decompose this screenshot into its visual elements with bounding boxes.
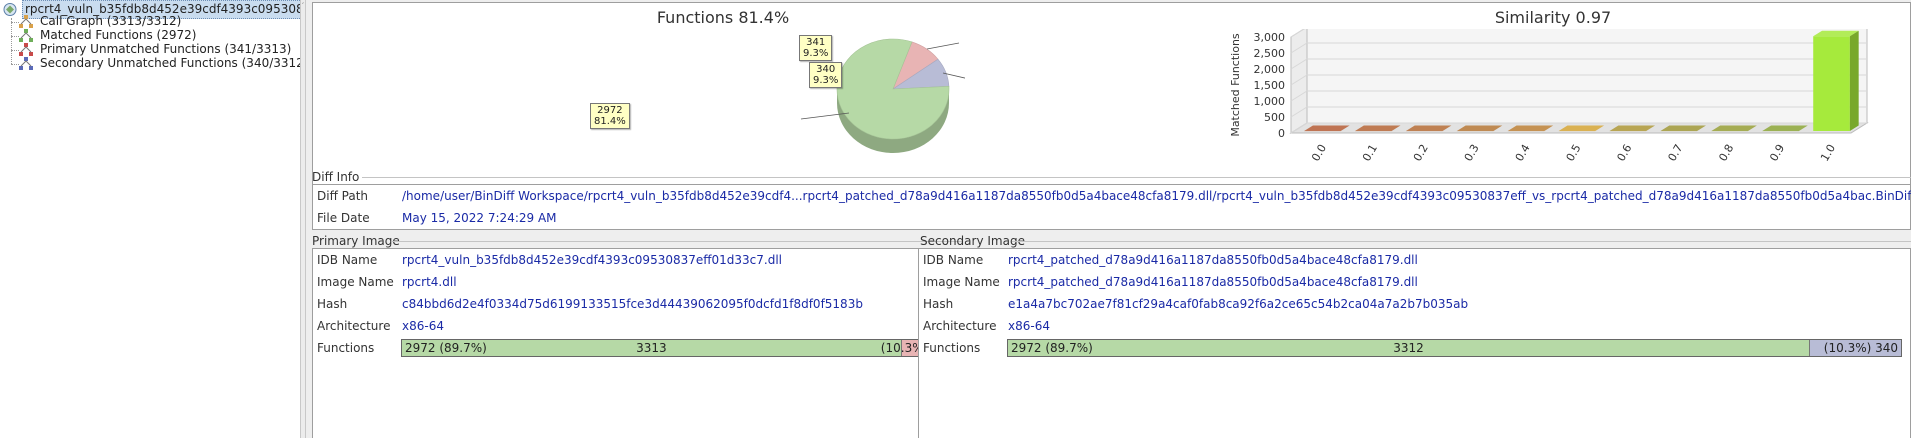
x-tick-label: 0.7 [1665,142,1685,164]
primary-functions-bar: 2972 (89.7%) 3313 (10.3%) 341 [401,339,959,357]
x-tick-label: 0.1 [1360,142,1380,164]
hash-label: Hash [923,297,954,311]
overview-panel: Functions 81.4% 341 9.3% 340 9.3% 2972 81.4… [306,0,1911,438]
file-date-label: File Date [317,211,370,225]
similarity-bar-chart: 0 500 1,000 1,500 2,000 2,500 3,000 Matched Fun… [1229,29,1869,164]
tree-item-label: Secondary Unmatched Functions (340/3312 [40,56,300,70]
x-tick-label: 0.5 [1564,142,1584,164]
secondary-idb-row: IDB Name rpcrt4_patched_d78a9d416a1187da… [919,249,1910,271]
y-axis-label: Matched Functions [1229,33,1242,137]
y-tick-label: 0 [1278,127,1285,140]
matched-segment: 2972 (89.7%) 3312 [1008,340,1811,356]
secondary-image-name-row: Image Name rpcrt4_patched_d78a9d416a1187… [919,271,1910,293]
diff-path-label: Diff Path [317,189,369,203]
secondary-image-box: IDB Name rpcrt4_patched_d78a9d416a1187da… [918,248,1911,438]
secondary-unmatched-icon [18,56,34,71]
secondary-functions-row: Functions 2972 (89.7%) 3312 (10.3%) 340 [919,337,1910,359]
splitter-grip-icon: ′ [302,2,305,12]
bar-side [1849,30,1859,132]
secondary-image-name-value: rpcrt4_patched_d78a9d416a1187da8550fb0d5… [1008,275,1418,289]
y-tick-label: 1,500 [1254,79,1286,92]
x-tick-label: 0.8 [1716,142,1736,164]
file-date-value: May 15, 2022 7:24:29 AM [402,211,557,225]
callout-value: 341 [806,37,826,48]
y-tick-label: 2,000 [1254,63,1286,76]
pie-callout-matched: 2972 81.4% [590,103,630,129]
tree-item-secondary-unmatched[interactable]: Secondary Unmatched Functions (340/3312 [18,55,300,72]
diff-icon [2,2,18,17]
y-tick-label: 500 [1264,111,1285,124]
diff-path-value[interactable]: /home/user/BinDiff Workspace/rpcrt4_vuln… [402,185,1911,207]
unmatched-segment: (10.3%) 340 [1810,340,1901,356]
primary-image-name-row: Image Name rpcrt4.dll [313,271,961,293]
charts-area: Functions 81.4% 341 9.3% 340 9.3% 2972 81.4… [312,2,1911,200]
callout-percent: 9.3% [813,75,839,86]
secondary-image-title: Secondary Image [920,234,1025,248]
image-name-label: Image Name [317,275,394,289]
diff-info-box: Diff Path /home/user/BinDiff Workspace/r… [312,184,1911,230]
primary-idb-row: IDB Name rpcrt4_vuln_b35fdb8d452e39cdf43… [313,249,961,271]
callout-value: 2972 [597,105,623,116]
pie-chart-title: Functions 81.4% [656,8,790,27]
functions-pie-chart [800,38,965,153]
pie-callout-secondary-unmatched: 340 9.3% [809,62,843,88]
x-tick-label: 1.0 [1818,142,1838,164]
matched-segment: 2972 (89.7%) 3313 [402,340,902,356]
file-date-row: File Date May 15, 2022 7:24:29 AM [313,207,1910,229]
x-tick-label: 0.9 [1767,142,1787,164]
primary-functions-row: Functions 2972 (89.7%) 3313 (10.3%) 341 [313,337,961,359]
secondary-hash-row: Hash e1a4a7bc702ae7f81cf29a4caf0fab8ca92… [919,293,1910,315]
secondary-idb-value: rpcrt4_patched_d78a9d416a1187da8550fb0d5… [1008,253,1418,267]
bar-chart-title: Similarity 0.97 [1494,8,1612,27]
bar-total-text: 3313 [636,341,667,355]
idb-name-label: IDB Name [923,253,984,267]
functions-label: Functions [923,341,981,355]
image-name-label: Image Name [923,275,1000,289]
callout-value: 340 [816,64,836,75]
secondary-arch-value: x86-64 [1008,319,1050,333]
x-tick-label: 0.6 [1614,142,1634,164]
workspace-tree: rpcrt4_vuln_b35fdb8d452e39cdf4393c095308… [0,0,300,438]
bar-total-text: 3312 [1393,341,1424,355]
secondary-functions-bar: 2972 (89.7%) 3312 (10.3%) 340 [1007,339,1902,357]
y-tick-label: 2,500 [1254,47,1286,60]
architecture-label: Architecture [317,319,391,333]
x-tick-label: 0.3 [1462,142,1482,164]
callout-percent: 81.4% [594,116,626,127]
bar-unmatched-text: (10.3%) 340 [1823,341,1898,355]
bar [1813,36,1850,131]
diff-info-title: Diff Info [312,170,360,184]
y-tick-label: 1,000 [1254,95,1286,108]
secondary-hash-value: e1a4a7bc702ae7f81cf29a4caf0fab8ca92f6a2c… [1008,297,1469,311]
architecture-label: Architecture [923,319,997,333]
primary-image-title: Primary Image [312,234,400,248]
primary-hash-row: Hash c84bbd6d2e4f0334d75d6199133515fce3d… [313,293,961,315]
primary-arch-value: x86-64 [402,319,444,333]
x-tick-label: 0.4 [1513,142,1533,164]
hash-label: Hash [317,297,348,311]
pie-callout-primary-unmatched: 341 9.3% [799,35,833,61]
callout-percent: 9.3% [803,48,829,59]
primary-image-name-value: rpcrt4.dll [402,275,457,289]
primary-hash-value: c84bbd6d2e4f0334d75d6199133515fce3d44439… [402,297,863,311]
idb-name-label: IDB Name [317,253,378,267]
primary-image-box: IDB Name rpcrt4_vuln_b35fdb8d452e39cdf43… [312,248,962,438]
diff-path-row: Diff Path /home/user/BinDiff Workspace/r… [313,185,1911,207]
primary-idb-value: rpcrt4_vuln_b35fdb8d452e39cdf4393c095308… [402,253,783,267]
functions-label: Functions [317,341,375,355]
callout-line [926,42,960,50]
x-tick-label: 0.0 [1309,142,1329,164]
primary-arch-row: Architecture x86-64 [313,315,961,337]
x-tick-label: 0.2 [1411,142,1431,164]
y-tick-label: 3,000 [1254,31,1286,44]
secondary-arch-row: Architecture x86-64 [919,315,1910,337]
